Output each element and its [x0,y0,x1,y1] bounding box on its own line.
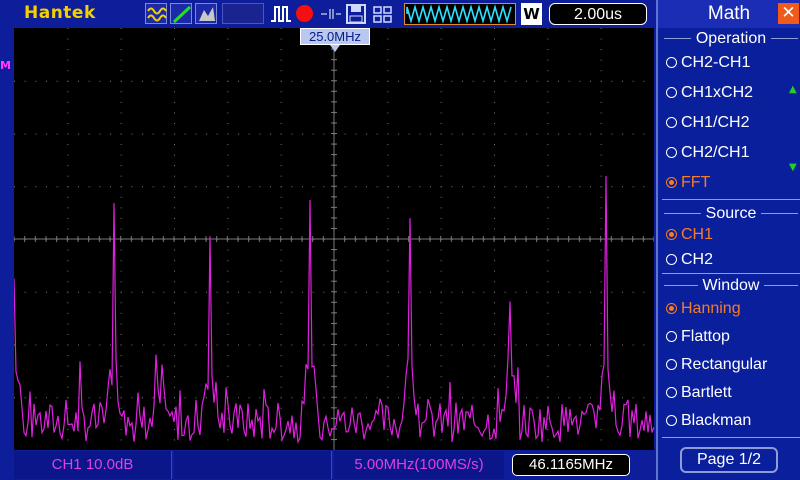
run-stop-indicator[interactable] [296,5,313,22]
page-button[interactable]: Page 1/2 [680,447,778,473]
window-option-hanning[interactable]: Hanning [666,298,741,320]
center-frequency-pointer [330,45,340,52]
math-trace-marker: M [0,59,11,72]
math-menu-panel: Math ✕ Operation CH2-CH1 CH1xCH2 CH1/CH2… [656,0,800,480]
scroll-up-icon[interactable]: ▲ [789,84,797,95]
scroll-down-icon[interactable]: ▼ [789,162,797,173]
radio-icon [666,57,677,68]
window-mode-indicator: W [521,3,542,25]
left-marker-strip [0,28,14,450]
save-disk-icon[interactable] [346,4,366,28]
persistence-icon[interactable] [195,3,217,24]
probe-ramp-icon[interactable] [170,3,192,24]
window-option-blackman[interactable]: Blackman [666,410,751,432]
radio-icon [666,415,677,426]
section-divider [662,199,800,200]
status-empty-cell [174,451,332,479]
operation-option-fft[interactable]: FFT [666,172,710,194]
window-option-bartlett[interactable]: Bartlett [666,382,732,404]
window-section-heading: Window [662,277,800,294]
operation-option-ch1-div-ch2[interactable]: CH1/CH2 [666,112,749,134]
center-frequency-marker[interactable]: 25.0MHz [300,28,370,45]
graticule-grid [13,27,655,450]
source-option-ch1[interactable]: CH1 [666,224,713,246]
radio-icon [666,331,677,342]
acquire-wave-icon[interactable] [145,3,167,24]
radio-selected-icon [666,229,677,240]
radio-icon [666,117,677,128]
section-divider [662,273,800,274]
coupling-icon [320,6,342,26]
operation-option-ch1xch2[interactable]: CH1xCH2 [666,82,753,104]
waveform-display[interactable] [13,27,655,450]
radio-icon [666,147,677,158]
trigger-waveform-icon [404,3,516,25]
source-section-heading: Source [662,205,800,222]
operation-option-ch2-ch1[interactable]: CH2-CH1 [666,52,750,74]
radio-icon [666,387,677,398]
brand-logo: Hantek [24,3,96,23]
memory-cells-icon [372,4,394,28]
radio-selected-icon [666,303,677,314]
section-divider [662,437,800,438]
radio-icon [666,87,677,98]
ch1-scale-readout: CH1 10.0dB [14,451,172,479]
radio-icon [666,254,677,265]
fft-plot [13,27,655,450]
window-option-flattop[interactable]: Flattop [666,326,730,348]
radio-selected-icon [666,177,677,188]
operation-option-ch2-div-ch1[interactable]: CH2/CH1 [666,142,749,164]
trigger-edge-icon [270,4,292,28]
acquire-mode-box[interactable] [222,3,264,24]
top-status-bar: Hantek W 2.00us [0,0,656,28]
close-icon[interactable]: ✕ [778,3,799,24]
operation-section-heading: Operation [662,30,800,47]
frequency-counter: 46.1165MHz [512,454,630,476]
radio-icon [666,359,677,370]
fft-span-readout: 5.00MHz(100MS/s) [334,451,504,479]
window-option-rectangular[interactable]: Rectangular [666,354,767,376]
source-option-ch2[interactable]: CH2 [666,249,713,271]
timebase-readout[interactable]: 2.00us [549,3,647,25]
